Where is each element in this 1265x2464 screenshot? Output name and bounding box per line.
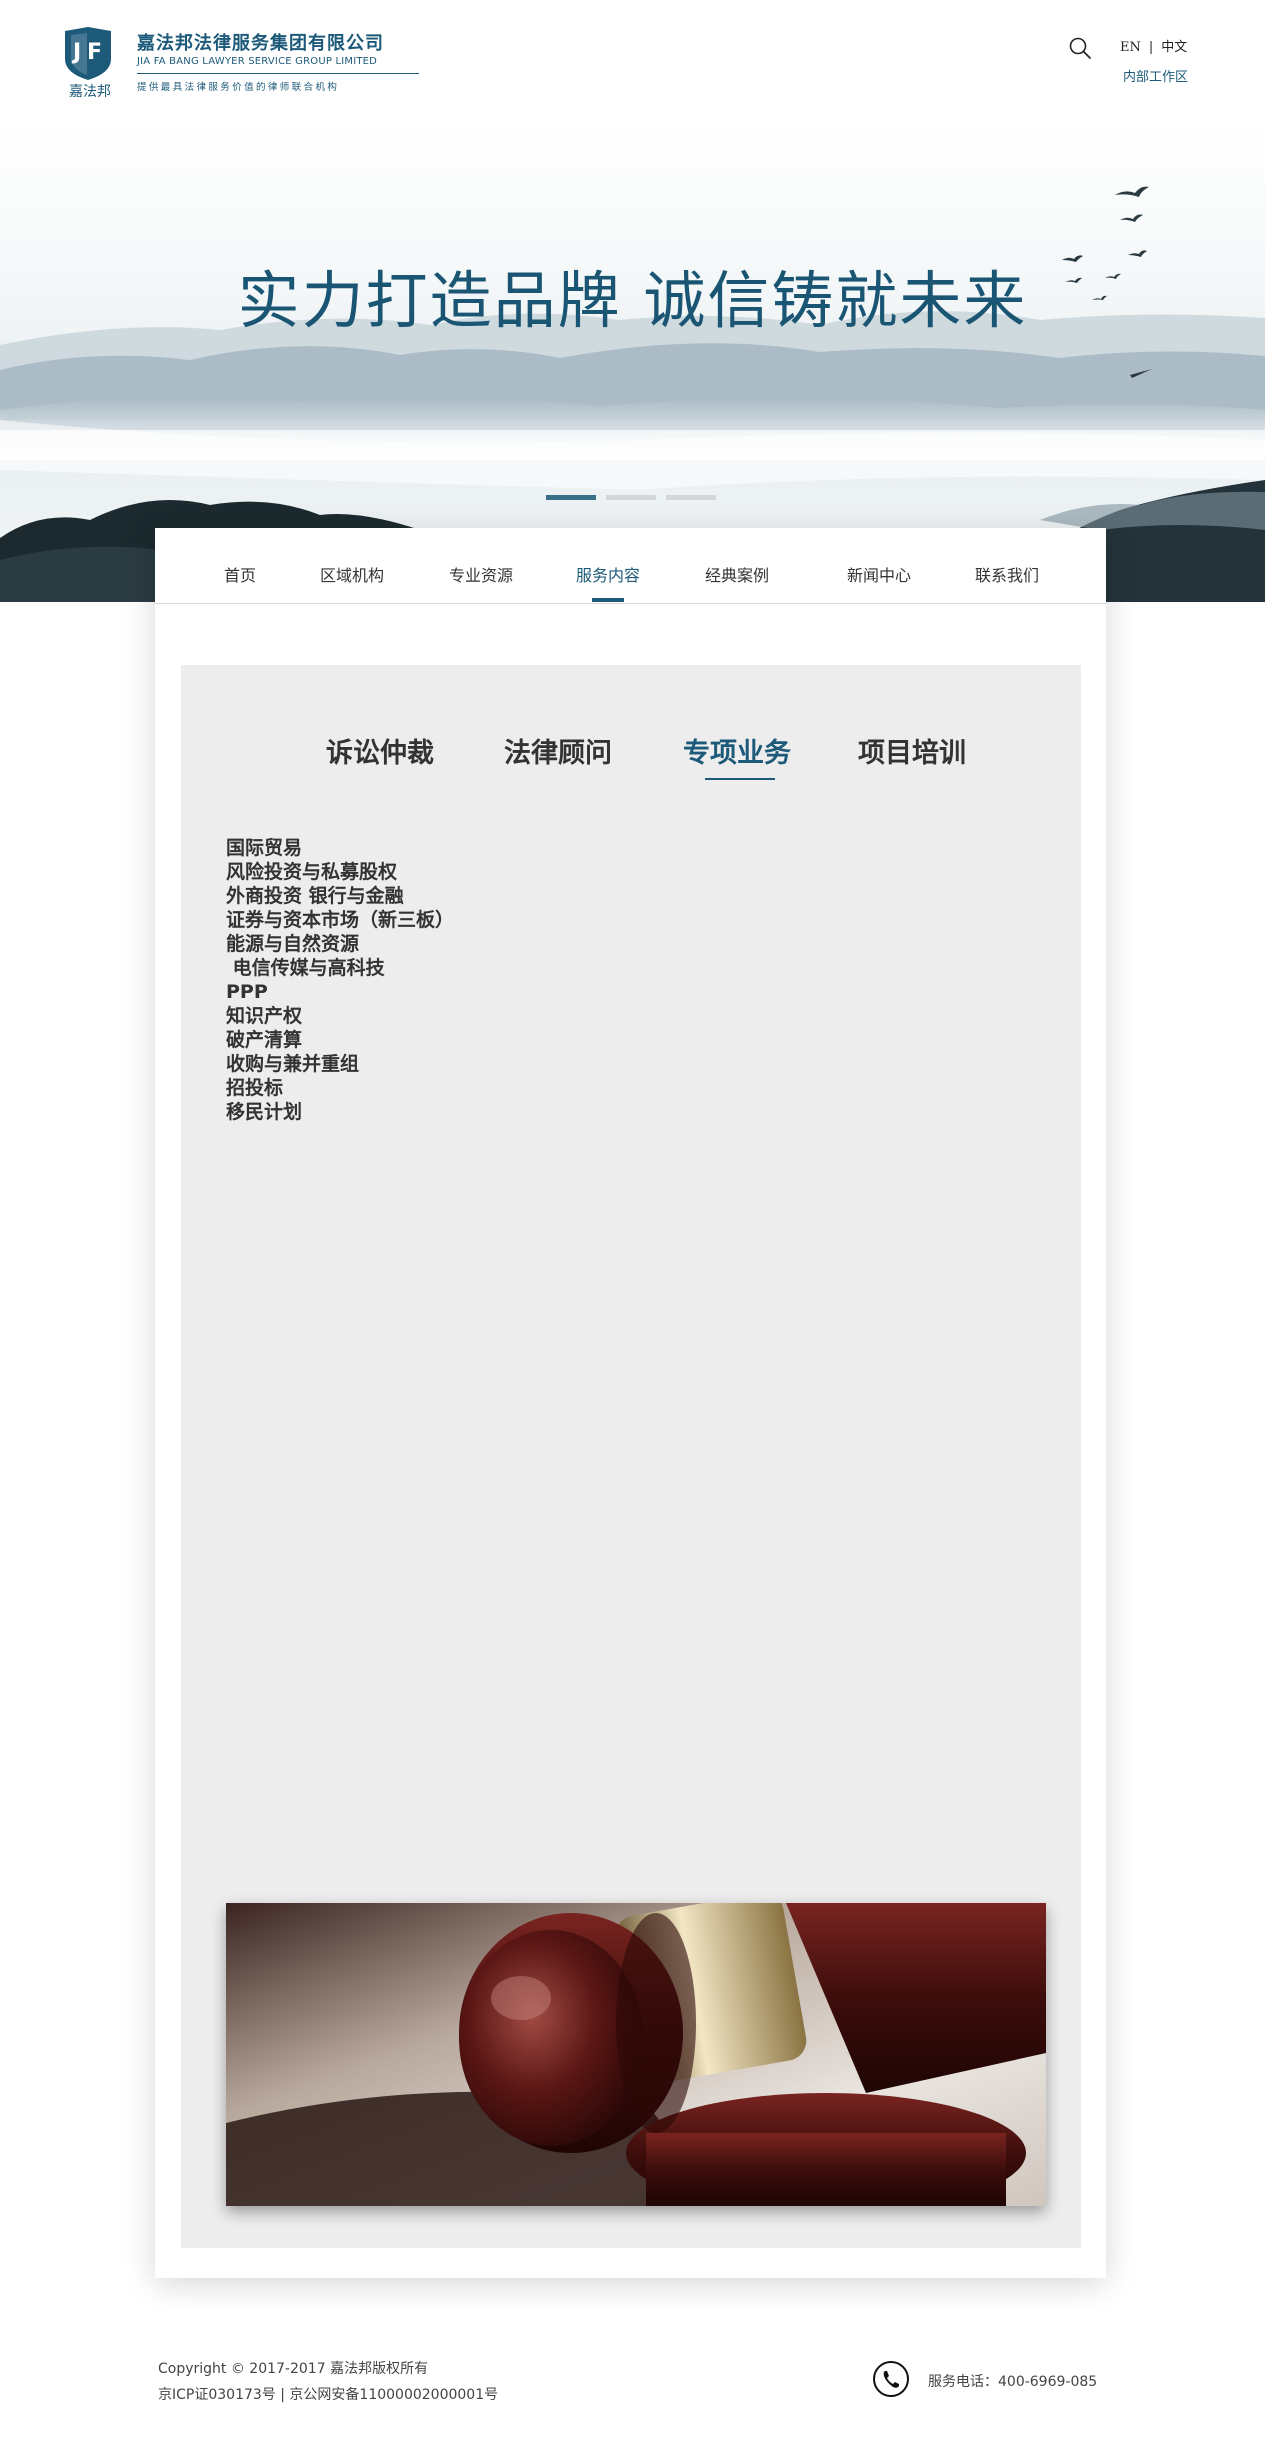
language-switcher: EN | 中文 [1120,36,1187,55]
list-item[interactable]: 破产清算 [226,1028,454,1052]
slide-indicator-2[interactable] [606,495,656,500]
list-item[interactable]: 外商投资 银行与金融 [226,884,454,908]
list-item[interactable]: 能源与自然资源 [226,932,454,956]
service-list: 国际贸易 风险投资与私募股权 外商投资 银行与金融 证券与资本市场（新三板） 能… [226,836,454,1124]
search-icon[interactable] [1068,36,1092,60]
list-item[interactable]: 国际贸易 [226,836,454,860]
nav-item-news[interactable]: 新闻中心 [847,562,911,586]
lang-separator: | [1148,40,1154,55]
gavel-illustration [226,1903,1046,2206]
nav-item-regions[interactable]: 区域机构 [320,562,384,586]
nav-item-services[interactable]: 服务内容 [576,562,640,586]
company-logo[interactable]: J F 嘉法邦 嘉法邦法律服务集团有限公司 JIA FA BANG LAWYER… [63,25,419,105]
service-panel: 诉讼仲裁 法律顾问 专项业务 项目培训 国际贸易 风险投资与私募股权 外商投资 … [181,665,1081,2248]
company-name: 嘉法邦法律服务集团有限公司 [137,33,384,54]
list-item[interactable]: 证券与资本市场（新三板） [226,908,454,932]
company-slogan: 提供最具法律服务价值的律师联合机构 [137,82,340,93]
tab-training[interactable]: 项目培训 [858,731,966,770]
gavel-image [226,1903,1046,2206]
logo-shield-icon: J F [65,27,111,80]
lang-en-link[interactable]: EN [1120,40,1141,55]
list-item[interactable]: 招投标 [226,1076,454,1100]
list-item[interactable]: 风险投资与私募股权 [226,860,454,884]
svg-text:J: J [71,40,81,65]
copyright-text: Copyright © 2017-2017 嘉法邦版权所有 [158,2361,429,2377]
logo-divider [137,73,419,74]
logo-small-cn: 嘉法邦 [69,84,111,100]
service-phone: 服务电话：400-6969-085 [928,2374,1098,2390]
tab-legal-advisor[interactable]: 法律顾问 [504,731,612,770]
list-item[interactable]: 知识产权 [226,1004,454,1028]
phone-icon [873,2361,909,2397]
nav-item-cases[interactable]: 经典案例 [705,562,769,586]
slide-indicator-3[interactable] [666,495,716,500]
list-item[interactable]: 收购与兼并重组 [226,1052,454,1076]
tab-litigation[interactable]: 诉讼仲裁 [326,731,434,770]
nav-active-indicator [592,598,624,602]
nav-item-home[interactable]: 首页 [224,562,256,586]
site-header: J F 嘉法邦 嘉法邦法律服务集团有限公司 JIA FA BANG LAWYER… [0,0,1265,130]
company-name-en: JIA FA BANG LAWYER SERVICE GROUP LIMITED [137,56,378,67]
site-footer: Copyright © 2017-2017 嘉法邦版权所有 京ICP证03017… [0,2340,1265,2464]
service-tabs: 诉讼仲裁 法律顾问 专项业务 项目培训 [181,665,1081,785]
main-content-card: 首页 区域机构 专业资源 服务内容 经典案例 新闻中心 联系我们 诉讼仲裁 法律… [155,528,1106,2278]
tab-active-indicator [705,778,775,780]
list-item[interactable]: 电信传媒与高科技 [226,956,454,980]
svg-text:F: F [87,40,102,65]
main-navigation: 首页 区域机构 专业资源 服务内容 经典案例 新闻中心 联系我们 [155,528,1106,604]
lang-cn-link[interactable]: 中文 [1161,40,1187,55]
list-item[interactable]: 移民计划 [226,1100,454,1124]
internal-workspace-link[interactable]: 内部工作区 [1123,66,1188,85]
banner-title: 实力打造品牌 诚信铸就未来 [237,264,1028,337]
tab-special-business[interactable]: 专项业务 [683,731,791,770]
icp-license: 京ICP证030173号 | 京公网安备11000002000001号 [158,2387,499,2403]
list-item[interactable]: PPP [226,980,454,1004]
nav-item-contact[interactable]: 联系我们 [975,562,1039,586]
nav-item-resources[interactable]: 专业资源 [449,562,513,586]
slide-indicator-1[interactable] [546,495,596,500]
